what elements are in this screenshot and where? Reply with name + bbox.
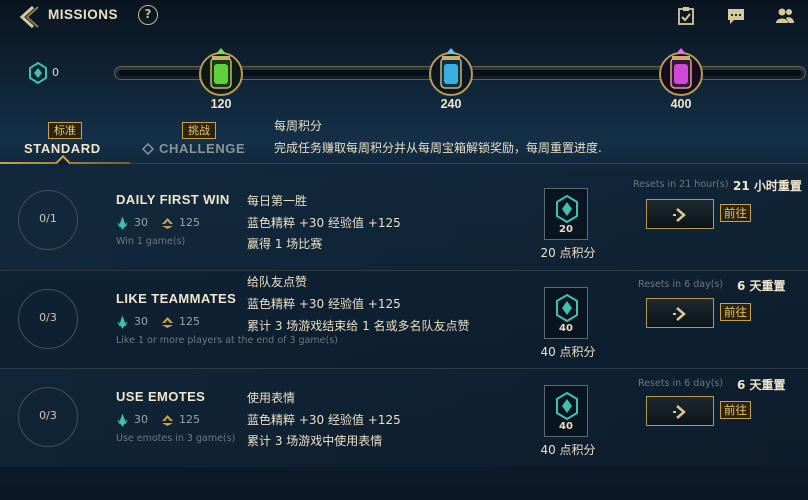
mission-points-box: 40 xyxy=(544,385,588,437)
mission-description: Like 1 or more players at the end of 3 g… xyxy=(116,335,338,346)
blue-essence-icon xyxy=(117,414,128,427)
mission-points-label: 40 点积分 xyxy=(540,345,596,359)
divider xyxy=(130,163,808,164)
tab-standard-badge: 标准 xyxy=(48,122,82,139)
mission-row: 0/3 LIKE TEAMMATES 30 125 Like 1 or more… xyxy=(0,271,808,369)
mission-rewards-cn: 蓝色精粹 +30 经验值 +125 xyxy=(247,216,401,230)
arrow-right-icon xyxy=(673,208,686,222)
hextech-token-icon xyxy=(556,392,578,420)
purple-chest-icon xyxy=(659,48,703,96)
mission-progress: 0/1 xyxy=(39,212,57,225)
tab-challenge[interactable]: CHALLENGE xyxy=(159,141,245,156)
mission-description-cn: 累计 3 场游戏结束给 1 名或多名队友点赞 xyxy=(247,319,470,333)
xp-icon xyxy=(162,415,173,426)
essence-value: 30 xyxy=(134,413,148,426)
xp-icon xyxy=(162,218,173,229)
chest-400[interactable] xyxy=(658,44,704,100)
page-title: MISSIONS xyxy=(48,7,119,22)
mission-progress-ring: 0/1 xyxy=(18,190,78,250)
mission-description-cn: 累计 3 场游戏中使用表情 xyxy=(247,434,383,448)
hextech-token-icon xyxy=(556,195,578,223)
essence-value: 30 xyxy=(134,216,148,229)
mission-description-cn: 赢得 1 场比赛 xyxy=(247,237,323,251)
xp-value: 125 xyxy=(179,315,200,328)
mission-name: USE EMOTES xyxy=(116,389,206,404)
weekly-points-value: 0 xyxy=(52,66,59,79)
chest-120-label: 120 xyxy=(210,97,232,111)
mission-progress: 0/3 xyxy=(39,311,57,324)
mission-points-label: 40 点积分 xyxy=(540,443,596,457)
arrow-right-icon xyxy=(673,405,686,419)
mission-points-value: 40 xyxy=(559,323,573,334)
blue-chest-icon xyxy=(429,48,473,96)
xp-value: 125 xyxy=(179,413,200,426)
mission-description: Use emotes in 3 game(s) xyxy=(116,433,236,444)
go-button[interactable] xyxy=(646,298,714,328)
chat-icon[interactable] xyxy=(726,6,746,26)
mission-row: 0/1 DAILY FIRST WIN 30 125 Win 1 game(s)… xyxy=(0,172,808,270)
mission-description: Win 1 game(s) xyxy=(116,236,186,247)
reset-timer: Resets in 21 hour(s) xyxy=(633,179,729,190)
mission-points-label: 20 点积分 xyxy=(540,246,596,260)
green-chest-icon xyxy=(199,48,243,96)
challenge-diamond-icon xyxy=(142,143,154,155)
reset-timer-cn: 21 小时重置 xyxy=(733,179,802,193)
blue-essence-icon xyxy=(117,217,128,230)
missions-checklist-icon[interactable] xyxy=(676,6,696,26)
xp-icon xyxy=(162,317,173,328)
mission-name: LIKE TEAMMATES xyxy=(116,291,237,306)
weekly-points-counter: 0 xyxy=(28,62,88,84)
mission-name-cn: 每日第一胜 xyxy=(247,194,308,208)
mission-progress-ring: 0/3 xyxy=(18,289,78,349)
mission-points-box: 40 xyxy=(544,287,588,339)
essence-value: 30 xyxy=(134,315,148,328)
mission-name: DAILY FIRST WIN xyxy=(116,192,230,207)
back-arrow-icon[interactable] xyxy=(16,4,42,30)
mission-rewards-cn: 蓝色精粹 +30 经验值 +125 xyxy=(247,297,401,311)
mission-progress-ring: 0/3 xyxy=(18,387,78,447)
tab-active-indicator xyxy=(55,154,71,170)
reset-timer: Resets in 6 day(s) xyxy=(638,378,724,389)
friends-icon[interactable] xyxy=(775,6,795,26)
weekly-points-title: 每周积分 xyxy=(274,119,323,133)
mission-name-cn: 使用表情 xyxy=(247,391,296,405)
weekly-points-description: 完成任务赚取每周积分并从每周宝箱解锁奖励，每周重置进度. xyxy=(274,141,602,155)
go-button[interactable] xyxy=(646,396,714,426)
mission-progress: 0/3 xyxy=(39,409,57,422)
go-label[interactable]: 前往 xyxy=(720,401,751,419)
chest-120[interactable] xyxy=(198,44,244,100)
chest-400-label: 400 xyxy=(670,97,692,111)
tab-challenge-badge: 挑战 xyxy=(182,122,216,139)
mission-points-value: 20 xyxy=(559,224,573,235)
reset-timer-cn: 6 天重置 xyxy=(737,279,786,293)
arrow-right-icon xyxy=(673,307,686,321)
mission-points-value: 40 xyxy=(559,421,573,432)
mission-name-cn: 给队友点赞 xyxy=(247,275,308,289)
reset-timer-cn: 6 天重置 xyxy=(737,378,786,392)
chest-240-label: 240 xyxy=(440,97,462,111)
xp-value: 125 xyxy=(179,216,200,229)
help-icon[interactable]: ? xyxy=(138,5,158,25)
go-label[interactable]: 前往 xyxy=(720,303,751,321)
go-label[interactable]: 前往 xyxy=(720,204,751,222)
mission-row: 0/3 USE EMOTES 30 125 Use emotes in 3 ga… xyxy=(0,369,808,467)
go-button[interactable] xyxy=(646,199,714,229)
hextech-token-icon xyxy=(29,62,47,84)
top-bar: MISSIONS ? xyxy=(0,0,808,32)
mission-points-box: 20 xyxy=(544,188,588,240)
chest-240[interactable] xyxy=(428,44,474,100)
blue-essence-icon xyxy=(117,316,128,329)
reset-timer: Resets in 6 day(s) xyxy=(638,279,724,290)
mission-rewards-cn: 蓝色精粹 +30 经验值 +125 xyxy=(247,413,401,427)
hextech-token-icon xyxy=(556,294,578,322)
